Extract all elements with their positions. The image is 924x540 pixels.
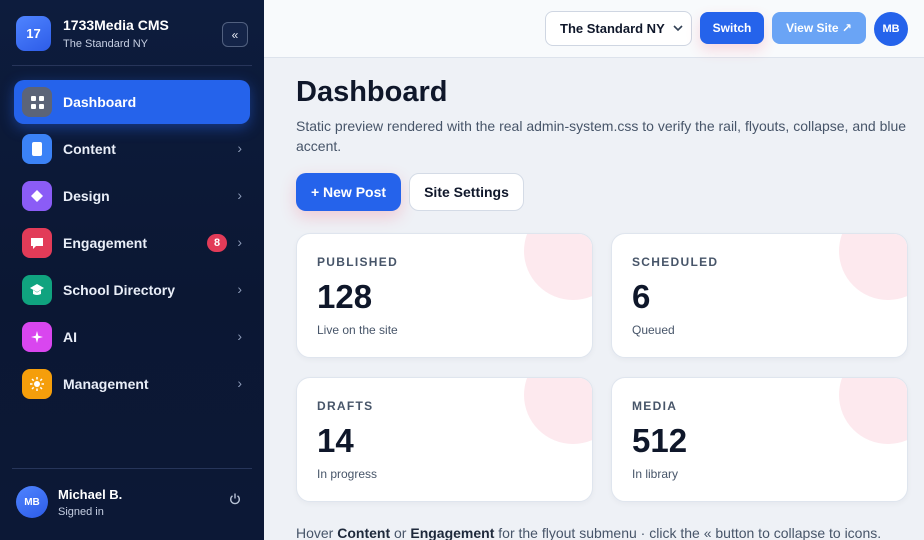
page-description: Static preview rendered with the real ad…	[296, 118, 907, 154]
stat-caption: Queued	[632, 323, 675, 337]
sidebar-item-engagement[interactable]: Engagement 8 ›	[14, 221, 250, 265]
sidebar-item-school-directory[interactable]: School Directory ›	[14, 268, 250, 312]
chevron-right-icon: ›	[237, 234, 242, 250]
user-profile: MB Michael B. Signed in	[16, 486, 248, 522]
avatar[interactable]: MB	[16, 486, 48, 518]
chevron-right-icon: ›	[237, 375, 242, 391]
chevron-down-icon	[673, 12, 683, 59]
notification-badge: 8	[207, 234, 227, 252]
stat-card-media: MEDIA 512 In library	[611, 377, 908, 502]
power-icon[interactable]	[229, 492, 241, 508]
stat-card-published: PUBLISHED 128 Live on the site	[296, 233, 593, 358]
avatar[interactable]: MB	[874, 12, 908, 46]
page-title: Dashboard	[296, 76, 448, 108]
user-name: Michael B.	[58, 487, 123, 502]
card-decoration	[524, 234, 592, 300]
stat-caption: In progress	[317, 467, 378, 481]
sidebar-item-label: Design	[63, 188, 110, 204]
grid-icon	[22, 87, 52, 117]
help-keyword-engagement: Engagement	[410, 525, 495, 540]
chevron-right-icon: ›	[237, 281, 242, 297]
sidebar-item-label: Dashboard	[63, 94, 137, 110]
sun-gear-icon	[22, 369, 52, 399]
sidebar-item-design[interactable]: Design ›	[14, 174, 250, 218]
help-text: or	[390, 525, 411, 540]
stat-label: PUBLISHED	[317, 255, 399, 269]
brand-title: 1733Media CMS	[63, 17, 169, 33]
card-decoration	[524, 378, 592, 444]
sidebar-item-dashboard[interactable]: Dashboard	[14, 80, 250, 124]
stat-value: 14	[317, 422, 354, 459]
sparkle-icon	[22, 322, 52, 352]
help-note: Hover Content or Engagement for the flyo…	[296, 525, 881, 540]
document-icon	[22, 134, 52, 164]
top-bar: The Standard NY Switch View Site ↗ MB	[264, 0, 924, 58]
collapse-sidebar-button[interactable]: «	[222, 22, 248, 47]
help-text: Hover	[296, 525, 338, 540]
card-decoration	[839, 234, 907, 300]
switch-button[interactable]: Switch	[700, 12, 764, 44]
sidebar-item-label: Content	[63, 141, 116, 157]
sidebar-item-label: School Directory	[63, 282, 176, 298]
stat-label: MEDIA	[632, 399, 678, 413]
sidebar-divider	[12, 468, 252, 469]
sidebar: 17 1733Media CMS The Standard NY « Dashb…	[0, 0, 264, 540]
stat-label: DRAFTS	[317, 399, 374, 413]
brand-logo: 17	[16, 16, 51, 51]
stat-card-scheduled: SCHEDULED 6 Queued	[611, 233, 908, 358]
sidebar-divider	[12, 65, 252, 66]
user-status: Signed in	[58, 506, 104, 518]
site-settings-button[interactable]: Site Settings	[409, 173, 524, 211]
chevron-right-icon: ›	[237, 328, 242, 344]
diamond-icon	[22, 181, 52, 211]
brand: 17 1733Media CMS The Standard NY	[16, 16, 248, 52]
new-post-button[interactable]: + New Post	[296, 173, 401, 211]
stat-card-drafts: DRAFTS 14 In progress	[296, 377, 593, 502]
help-keyword-content: Content	[337, 525, 391, 540]
site-select[interactable]: The Standard NY	[545, 11, 692, 46]
sidebar-item-management[interactable]: Management ›	[14, 362, 250, 406]
stat-caption: In library	[632, 467, 679, 481]
chevron-right-icon: ›	[237, 140, 242, 156]
graduation-cap-icon	[22, 275, 52, 305]
card-decoration	[839, 378, 907, 444]
sidebar-item-ai[interactable]: AI ›	[14, 315, 250, 359]
stat-label: SCHEDULED	[632, 255, 719, 269]
stat-value: 128	[317, 278, 373, 315]
stat-caption: Live on the site	[317, 323, 398, 337]
brand-subtitle: The Standard NY	[63, 38, 148, 50]
chat-bubble-icon	[22, 228, 52, 258]
sidebar-item-content[interactable]: Content ›	[14, 127, 250, 171]
sidebar-item-label: AI	[63, 329, 77, 345]
site-select-value: The Standard NY	[560, 21, 665, 36]
view-site-button[interactable]: View Site ↗	[772, 12, 866, 44]
sidebar-item-label: Management	[63, 376, 149, 392]
sidebar-item-label: Engagement	[63, 235, 148, 251]
stat-value: 512	[632, 422, 688, 459]
stat-value: 6	[632, 278, 651, 315]
help-text: for the flyout submenu · click the « but…	[494, 525, 882, 540]
chevron-right-icon: ›	[237, 187, 242, 203]
